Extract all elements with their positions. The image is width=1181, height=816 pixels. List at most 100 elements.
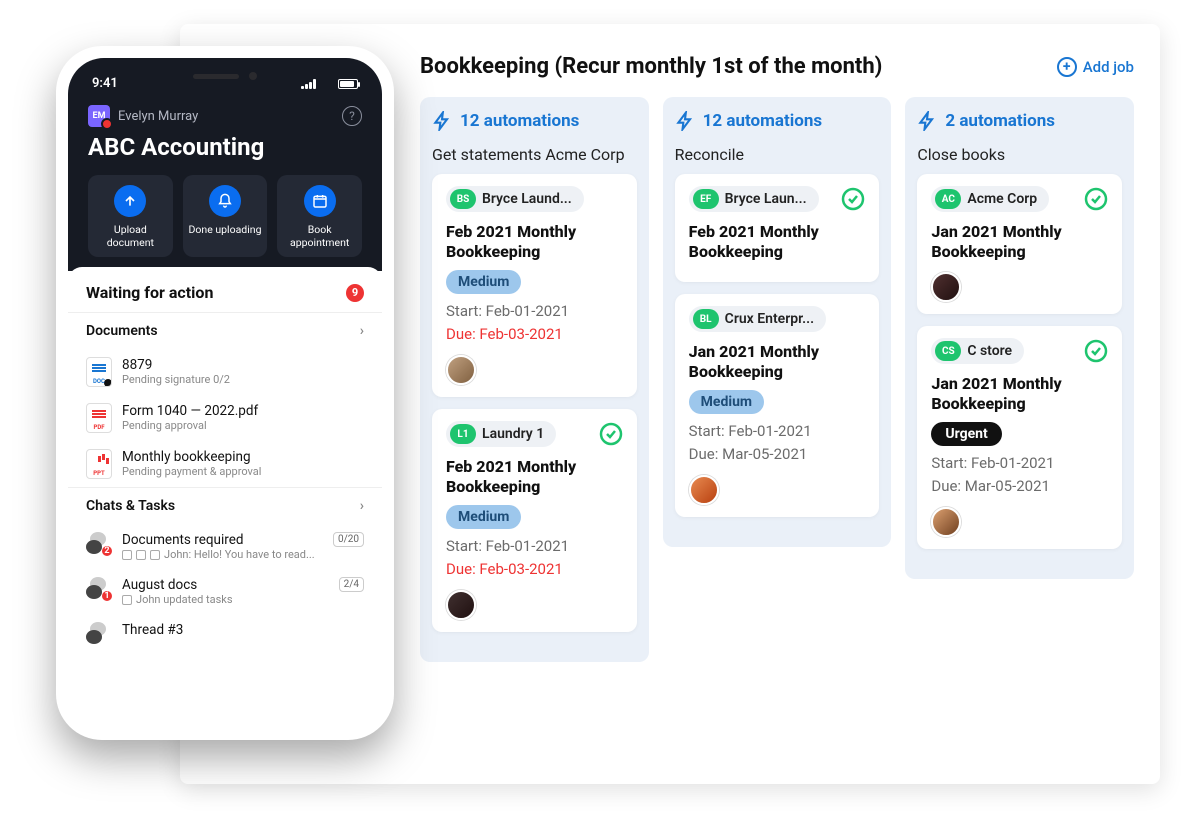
- bolt-icon: [675, 111, 695, 131]
- chat-icon: [86, 622, 112, 646]
- pdf-file-icon: [86, 403, 112, 433]
- check-icon: [1084, 187, 1108, 211]
- help-icon[interactable]: ?: [342, 106, 362, 126]
- start-date: Start: Feb-01-2021: [689, 420, 866, 443]
- document-row[interactable]: Form 1040 — 2022.pdf Pending approval: [86, 395, 364, 441]
- chat-row[interactable]: Thread #3: [86, 614, 364, 654]
- bolt-icon: [432, 111, 452, 131]
- user-name: Evelyn Murray: [118, 109, 198, 124]
- bolt-icon: [917, 111, 937, 131]
- card-title: Jan 2021 Monthly Bookkeeping: [931, 374, 1108, 414]
- list-icon: [122, 595, 132, 605]
- column-close-books: 2 automations Close books AC Acme Corp J…: [905, 97, 1134, 579]
- add-job-button[interactable]: + Add job: [1057, 57, 1134, 77]
- check-icon: [1084, 339, 1108, 363]
- wifi-icon: [320, 79, 334, 89]
- bell-icon: [209, 185, 241, 217]
- firm-name: ABC Accounting: [88, 133, 362, 161]
- chevron-right-icon: ›: [360, 323, 364, 339]
- plus-icon: +: [1057, 57, 1077, 77]
- assignee-avatar[interactable]: [931, 507, 961, 537]
- due-date: Due: Mar-05-2021: [689, 443, 866, 466]
- upload-icon: [114, 185, 146, 217]
- card-title: Feb 2021 Monthly Bookkeeping: [446, 222, 623, 262]
- automations-link[interactable]: 12 automations: [675, 111, 880, 131]
- check-icon: [599, 422, 623, 446]
- card-title: Feb 2021 Monthly Bookkeeping: [689, 222, 866, 262]
- assignee-avatar[interactable]: [931, 272, 961, 302]
- book-appointment-button[interactable]: Book appointment: [277, 175, 362, 257]
- ppt-file-icon: [86, 449, 112, 479]
- job-card[interactable]: BL Crux Enterpr... Jan 2021 Monthly Book…: [675, 294, 880, 517]
- card-title: Jan 2021 Monthly Bookkeeping: [931, 222, 1108, 262]
- assignee-avatar[interactable]: [446, 355, 476, 385]
- doc-file-icon: [86, 357, 112, 387]
- card-title: Feb 2021 Monthly Bookkeeping: [446, 457, 623, 497]
- column-title: Reconcile: [675, 145, 880, 164]
- calendar-icon: [304, 185, 336, 217]
- lock-icon: [102, 377, 112, 387]
- client-chip[interactable]: CS C store: [931, 338, 1024, 364]
- due-date: Due: Feb-03-2021: [446, 558, 623, 581]
- battery-icon: [338, 79, 358, 89]
- document-row[interactable]: Monthly bookkeeping Pending payment & ap…: [86, 441, 364, 487]
- automations-link[interactable]: 2 automations: [917, 111, 1122, 131]
- page-title: Bookkeeping (Recur monthly 1st of the mo…: [420, 54, 882, 79]
- done-uploading-button[interactable]: Done uploading: [183, 175, 268, 257]
- priority-pill: Urgent: [931, 422, 1001, 446]
- user-avatar-badge[interactable]: EM: [88, 105, 110, 127]
- add-job-label: Add job: [1083, 58, 1134, 76]
- kanban-columns: 12 automations Get statements Acme Corp …: [420, 97, 1134, 662]
- client-chip[interactable]: BL Crux Enterpr...: [689, 306, 826, 332]
- task-count: 2/4: [339, 577, 364, 592]
- assignee-avatar[interactable]: [446, 590, 476, 620]
- assignee-avatar[interactable]: [689, 475, 719, 505]
- waiting-for-action-label: Waiting for action: [86, 283, 213, 302]
- phone-notch: [173, 66, 277, 86]
- chevron-right-icon: ›: [360, 498, 364, 514]
- priority-pill: Medium: [689, 390, 764, 414]
- start-date: Start: Feb-01-2021: [931, 452, 1108, 475]
- client-chip[interactable]: EF Bryce Laun...: [689, 186, 819, 212]
- client-chip[interactable]: AC Acme Corp: [931, 186, 1049, 212]
- card-title: Jan 2021 Monthly Bookkeeping: [689, 342, 866, 382]
- column-title: Get statements Acme Corp: [432, 145, 637, 164]
- priority-pill: Medium: [446, 270, 521, 294]
- chat-icon: 2: [86, 532, 112, 556]
- job-card[interactable]: L1 Laundry 1 Feb 2021 Monthly Bookkeepin…: [432, 409, 637, 632]
- documents-section-header[interactable]: Documents ›: [68, 312, 382, 349]
- upload-document-button[interactable]: Upload document: [88, 175, 173, 257]
- status-time: 9:41: [92, 76, 118, 91]
- job-card[interactable]: CS C store Jan 2021 Monthly Bookkeeping …: [917, 326, 1122, 549]
- priority-pill: Medium: [446, 505, 521, 529]
- due-date: Due: Feb-03-2021: [446, 323, 623, 346]
- check-icon: [841, 187, 865, 211]
- document-row[interactable]: 8879 Pending signature 0/2: [86, 349, 364, 395]
- attachment-icon: [136, 550, 146, 560]
- chats-section-header[interactable]: Chats & Tasks ›: [68, 487, 382, 524]
- unread-badge: 1: [100, 589, 114, 603]
- job-card[interactable]: BS Bryce Laund... Feb 2021 Monthly Bookk…: [432, 174, 637, 397]
- waiting-count-badge: 9: [346, 284, 364, 302]
- automations-link[interactable]: 12 automations: [432, 111, 637, 131]
- task-count: 0/20: [333, 532, 364, 547]
- chat-icon: 1: [86, 577, 112, 601]
- job-card[interactable]: AC Acme Corp Jan 2021 Monthly Bookkeepin…: [917, 174, 1122, 314]
- column-get-statements: 12 automations Get statements Acme Corp …: [420, 97, 649, 662]
- column-reconcile: 12 automations Reconcile EF Bryce Laun..…: [663, 97, 892, 547]
- due-date: Due: Mar-05-2021: [931, 475, 1108, 498]
- signal-icon: [301, 79, 316, 89]
- column-title: Close books: [917, 145, 1122, 164]
- unread-badge: 2: [100, 544, 114, 558]
- start-date: Start: Feb-01-2021: [446, 300, 623, 323]
- video-icon: [150, 550, 160, 560]
- chat-row[interactable]: 2 Documents required John: Hello! You ha…: [86, 524, 364, 569]
- client-chip[interactable]: BS Bryce Laund...: [446, 186, 584, 212]
- phone-mockup: 9:41 EM Evelyn Murray ? ABC Accounting: [56, 46, 394, 740]
- image-icon: [122, 550, 132, 560]
- job-card[interactable]: EF Bryce Laun... Feb 2021 Monthly Bookke…: [675, 174, 880, 282]
- chat-row[interactable]: 1 August docs John updated tasks 2/4: [86, 569, 364, 614]
- status-indicators: [301, 76, 358, 91]
- client-chip[interactable]: L1 Laundry 1: [446, 421, 556, 447]
- start-date: Start: Feb-01-2021: [446, 535, 623, 558]
